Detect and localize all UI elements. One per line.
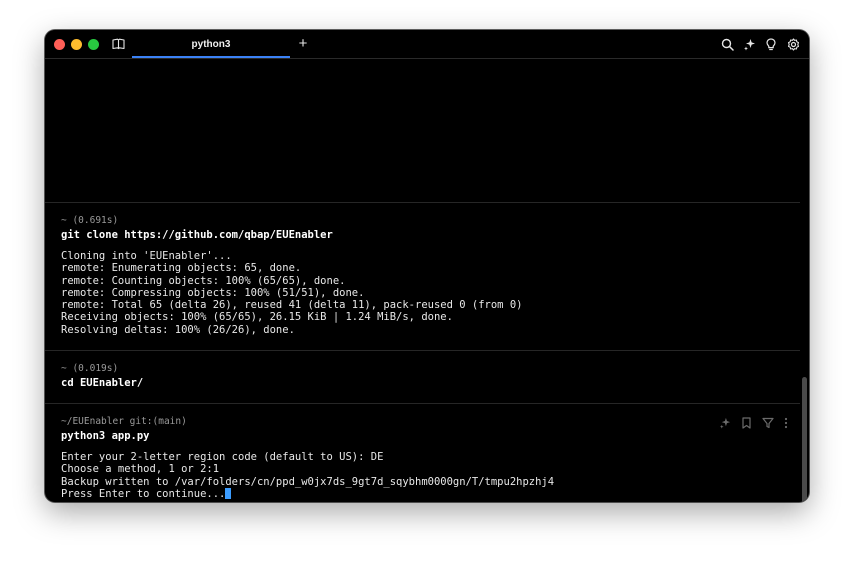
- block-command: cd EUEnabler/: [61, 377, 144, 389]
- block-command: python3 app.py: [61, 430, 150, 442]
- tab-title: python3: [191, 38, 231, 50]
- block-output: Enter your 2-letter region code (default…: [61, 451, 554, 500]
- settings-gear-icon[interactable]: [786, 37, 800, 51]
- block-output: Cloning into 'EUEnabler'... remote: Enum…: [61, 250, 523, 336]
- new-tab-button[interactable]: +: [296, 35, 310, 53]
- book-icon[interactable]: [111, 37, 125, 51]
- command-block-cd[interactable]: ~ (0.019s) cd EUEnabler/: [45, 350, 800, 403]
- ai-sparkle-icon[interactable]: [742, 37, 756, 51]
- terminal-window: python3 + ~ (0.691s) git clone https://g…: [45, 30, 809, 502]
- titlebar: python3 +: [45, 30, 809, 59]
- more-options-icon[interactable]: [784, 414, 788, 433]
- vertical-scrollbar[interactable]: [802, 377, 807, 502]
- block-command: git clone https://github.com/qbap/EUEnab…: [61, 229, 333, 241]
- zoom-window-button[interactable]: [88, 39, 99, 50]
- command-block-python[interactable]: ~/EUEnabler git:(main) python3 app.py En…: [45, 403, 800, 502]
- block-output-text: Enter your 2-letter region code (default…: [61, 451, 555, 500]
- filter-icon[interactable]: [762, 414, 774, 433]
- block-prompt-info: ~/EUEnabler git:(main): [61, 416, 187, 427]
- block-prompt-info: ~ (0.019s): [61, 363, 119, 374]
- close-window-button[interactable]: [54, 39, 65, 50]
- lightbulb-icon[interactable]: [764, 37, 778, 51]
- text-cursor: [225, 487, 232, 499]
- bookmark-icon[interactable]: [741, 414, 752, 433]
- block-prompt-info: ~ (0.691s): [61, 215, 119, 226]
- block-actions: [719, 414, 788, 433]
- command-block-git-clone[interactable]: ~ (0.691s) git clone https://github.com/…: [45, 202, 800, 350]
- ai-sparkle-icon[interactable]: [719, 414, 731, 433]
- tab-python3[interactable]: python3: [132, 30, 290, 58]
- search-icon[interactable]: [720, 37, 734, 51]
- active-tab-indicator: [132, 56, 290, 58]
- minimize-window-button[interactable]: [71, 39, 82, 50]
- terminal-content[interactable]: ~ (0.691s) git clone https://github.com/…: [45, 59, 809, 502]
